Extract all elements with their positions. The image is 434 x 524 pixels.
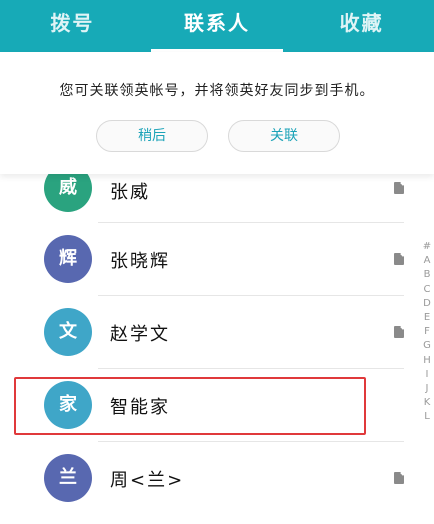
alphabet-index-letter[interactable]: C	[420, 283, 434, 297]
alphabet-index-letter[interactable]: H	[420, 354, 434, 368]
prompt-message: 您可关联领英帐号，并将领英好友同步到手机。	[59, 83, 375, 99]
later-button[interactable]: 稍后	[96, 120, 208, 152]
tab-contacts[interactable]: 联系人	[145, 0, 290, 52]
contact-name: 张晓辉	[110, 251, 170, 272]
contact-avatar: 辉	[44, 235, 92, 283]
tab-favorites[interactable]: 收藏	[289, 0, 434, 52]
contact-name: 张威	[110, 182, 150, 203]
sim-card-icon	[394, 326, 404, 338]
tab-favorites-label: 收藏	[339, 11, 384, 35]
sim-card-icon	[394, 253, 404, 265]
alphabet-index-letter[interactable]: B	[420, 268, 434, 282]
top-tab-bar: 拨号 联系人 收藏	[0, 0, 434, 52]
avatar-char: 辉	[59, 248, 77, 269]
alphabet-index-letter[interactable]: L	[420, 410, 434, 424]
alphabet-index-letter[interactable]: F	[420, 325, 434, 339]
alphabet-index-letter[interactable]: K	[420, 396, 434, 410]
contact-row[interactable]: 兰 周<兰>	[0, 442, 410, 514]
linkedin-sync-prompt: 您可关联领英帐号，并将领英好友同步到手机。 稍后 关联	[0, 52, 434, 174]
alphabet-index[interactable]: # A B C D E F G H I J K L	[420, 240, 434, 424]
tab-contacts-label: 联系人	[184, 11, 250, 35]
alphabet-index-letter[interactable]: A	[420, 254, 434, 268]
tab-dial[interactable]: 拨号	[0, 0, 145, 52]
contact-avatar: 文	[44, 308, 92, 356]
avatar-char: 文	[59, 321, 77, 342]
avatar-char: 兰	[59, 467, 77, 488]
alphabet-index-letter[interactable]: D	[420, 297, 434, 311]
contact-name: 周<兰>	[110, 470, 185, 491]
avatar-char: 威	[59, 177, 77, 198]
alphabet-index-letter[interactable]: E	[420, 311, 434, 325]
sim-card-icon	[394, 182, 404, 194]
tab-dial-label: 拨号	[50, 11, 95, 35]
contact-avatar: 兰	[44, 454, 92, 502]
alphabet-index-letter[interactable]: G	[420, 339, 434, 353]
link-account-button[interactable]: 关联	[228, 120, 340, 152]
contacts-screen: 拨号 联系人 收藏 您可关联领英帐号，并将领英好友同步到手机。 稍后 关联 威 …	[0, 0, 434, 524]
contact-row[interactable]: 辉 张晓辉	[0, 223, 410, 296]
contact-row[interactable]: 文 赵学文	[0, 296, 410, 369]
alphabet-index-letter[interactable]: J	[420, 382, 434, 396]
alphabet-index-letter[interactable]: #	[420, 240, 434, 254]
alphabet-index-letter[interactable]: I	[420, 368, 434, 382]
contact-name: 赵学文	[110, 324, 170, 345]
sim-card-icon	[394, 472, 404, 484]
highlight-box	[14, 377, 366, 435]
